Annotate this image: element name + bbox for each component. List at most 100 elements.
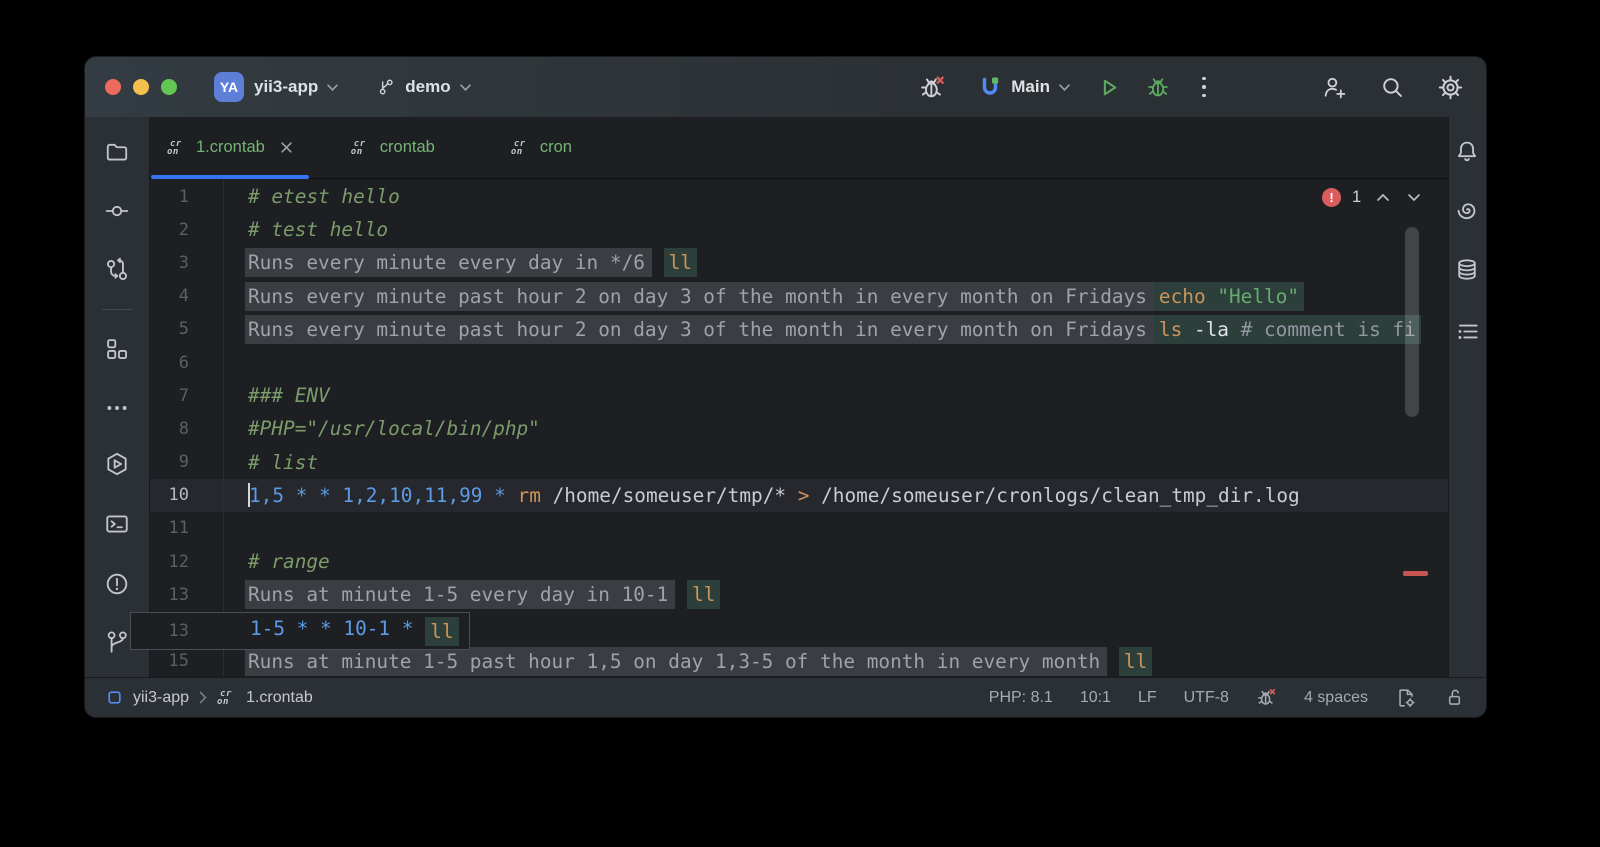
- line-content: ### ENV: [224, 379, 1448, 412]
- line-number: 9: [150, 446, 224, 479]
- line-content: [224, 512, 1448, 545]
- crontab-file-icon: cron: [217, 690, 236, 706]
- error-badge-icon[interactable]: !: [1322, 188, 1341, 207]
- line-number: 7: [150, 379, 224, 412]
- database-tool-window-button[interactable]: [1454, 256, 1480, 282]
- editor-scrollbar[interactable]: [1405, 227, 1419, 417]
- debugger-unavailable-icon[interactable]: [916, 71, 948, 103]
- code-token: echo: [1159, 285, 1206, 308]
- run-configuration-selector[interactable]: Main: [972, 71, 1076, 103]
- runnable-highlight: ls -la # comment is fi: [1154, 315, 1421, 344]
- commit-tool-window-button[interactable]: [104, 198, 130, 224]
- editor-lines[interactable]: 1# etest hello2# test hello3Runs every m…: [150, 179, 1448, 677]
- editor-line[interactable]: 11: [150, 512, 1448, 545]
- line-content: #PHP="/usr/local/bin/php": [224, 412, 1448, 445]
- tab-cron[interactable]: cron cron: [494, 117, 589, 178]
- editor-line[interactable]: 13Runs at minute 1-5 every day in 10-1 l…: [150, 578, 1448, 611]
- debug-button[interactable]: [1142, 71, 1174, 103]
- line-content: # list: [224, 446, 1448, 479]
- line-content: Runs every minute past hour 2 on day 3 o…: [224, 280, 1448, 313]
- close-window-button[interactable]: [105, 79, 121, 95]
- project-selector[interactable]: yii3-app: [248, 73, 344, 101]
- editor-line[interactable]: 5Runs every minute past hour 2 on day 3 …: [150, 313, 1448, 346]
- settings-gear-icon[interactable]: [1434, 71, 1466, 103]
- structure-tool-window-button[interactable]: [104, 336, 130, 362]
- code-token: # range: [248, 550, 330, 573]
- indent-widget[interactable]: 4 spaces: [1304, 689, 1368, 707]
- editor-line[interactable]: 7### ENV: [150, 379, 1448, 412]
- commit-icon: [104, 198, 130, 224]
- folder-icon: [104, 139, 130, 165]
- version-control-tool-window-button[interactable]: [104, 629, 130, 655]
- bulleted-list-icon: [1454, 318, 1480, 345]
- ide-window: YA yii3-app demo Main: [85, 57, 1486, 717]
- ai-assistant-tool-window-button[interactable]: [1454, 196, 1480, 222]
- statusbar-widgets: PHP: 8.1 10:1 LF UTF-8 4 spaces: [989, 687, 1465, 709]
- inlay-hint: Runs every minute past hour 2 on day 3 o…: [245, 282, 1154, 311]
- breadcrumb-file[interactable]: 1.crontab: [246, 689, 313, 707]
- editor-line[interactable]: 101,5 * * 1,2,10,11,99 * rm /home/someus…: [150, 479, 1448, 512]
- editor-line[interactable]: 6: [150, 346, 1448, 379]
- line-content: Runs every minute every day in */6 ll: [224, 246, 1448, 279]
- notifications-tool-window-button[interactable]: [1454, 138, 1480, 164]
- code-token: rm: [518, 484, 541, 507]
- encoding-widget[interactable]: UTF-8: [1184, 689, 1229, 707]
- debugger-muted-icon[interactable]: [1256, 687, 1277, 708]
- fullscreen-window-button[interactable]: [161, 79, 177, 95]
- tab-1-crontab[interactable]: cron 1.crontab: [150, 117, 310, 178]
- error-stripe-mark[interactable]: [1403, 571, 1428, 576]
- run-config-app-icon: [978, 75, 1002, 99]
- project-name: yii3-app: [254, 77, 318, 97]
- popup-code: 1-5 * * 10-1 * ll: [250, 617, 459, 646]
- chevron-right-icon: [199, 691, 207, 704]
- php-version-widget[interactable]: PHP: 8.1: [989, 689, 1053, 707]
- branch-name: demo: [405, 77, 450, 97]
- line-separator-widget[interactable]: LF: [1138, 689, 1157, 707]
- more-tool-windows-button[interactable]: [104, 395, 130, 421]
- git-branch-icon: [376, 77, 396, 97]
- pull-request-icon: [104, 257, 130, 283]
- terminal-icon: [104, 511, 130, 537]
- pull-requests-tool-window-button[interactable]: [104, 257, 130, 283]
- minimize-window-button[interactable]: [133, 79, 149, 95]
- editor-line[interactable]: 8#PHP="/usr/local/bin/php": [150, 412, 1448, 445]
- file-settings-gear-icon[interactable]: [1395, 687, 1417, 709]
- editor-line[interactable]: 12 # range: [150, 545, 1448, 578]
- line-content: Runs at minute 1-5 every day in 10-1 ll: [224, 578, 1448, 611]
- more-actions-kebab-icon[interactable]: [1188, 71, 1220, 103]
- chevron-down-icon: [1059, 84, 1070, 91]
- right-tool-stripe: [1448, 117, 1486, 677]
- breadcrumb-project[interactable]: yii3-app: [133, 689, 189, 707]
- code-token: # list: [248, 451, 318, 474]
- tab-label: crontab: [380, 138, 435, 157]
- line-number: 13: [150, 578, 224, 611]
- problems-tool-window-button[interactable]: [104, 571, 130, 597]
- project-tool-window-button[interactable]: [104, 139, 130, 165]
- ellipsis-icon: [104, 395, 130, 421]
- editor-line[interactable]: 3Runs every minute every day in */6 ll: [150, 246, 1448, 279]
- terminal-tool-window-button[interactable]: [104, 511, 130, 537]
- close-tab-icon[interactable]: [280, 141, 293, 154]
- breadcrumb: yii3-app cron 1.crontab: [106, 689, 313, 707]
- branch-selector[interactable]: demo: [370, 73, 476, 101]
- editor-line[interactable]: 4Runs every minute past hour 2 on day 3 …: [150, 280, 1448, 313]
- previous-problem-chevron-up-icon[interactable]: [1376, 193, 1390, 202]
- next-problem-chevron-down-icon[interactable]: [1407, 193, 1421, 202]
- caret-position-widget[interactable]: 10:1: [1080, 689, 1111, 707]
- todo-tool-window-button[interactable]: [1454, 318, 1480, 344]
- editor-line[interactable]: 9 # list: [150, 446, 1448, 479]
- services-tool-window-button[interactable]: [104, 451, 130, 477]
- search-everywhere-icon[interactable]: [1376, 71, 1408, 103]
- unlocked-icon[interactable]: [1444, 687, 1465, 708]
- code-with-me-add-user-icon[interactable]: [1318, 71, 1350, 103]
- tab-crontab[interactable]: cron crontab: [334, 117, 452, 178]
- editor-line[interactable]: 1# etest hello: [150, 180, 1448, 213]
- editor-line[interactable]: 2# test hello: [150, 213, 1448, 246]
- line-number: 12: [150, 545, 224, 578]
- code-token: [506, 484, 518, 507]
- tab-label: 1.crontab: [196, 138, 265, 157]
- window-controls: [105, 79, 177, 95]
- statusbar: yii3-app cron 1.crontab PHP: 8.1 10:1 LF…: [85, 677, 1486, 717]
- code-token: 1,5 * * 1,2,10,11,99 *: [249, 484, 506, 507]
- run-button[interactable]: [1092, 71, 1124, 103]
